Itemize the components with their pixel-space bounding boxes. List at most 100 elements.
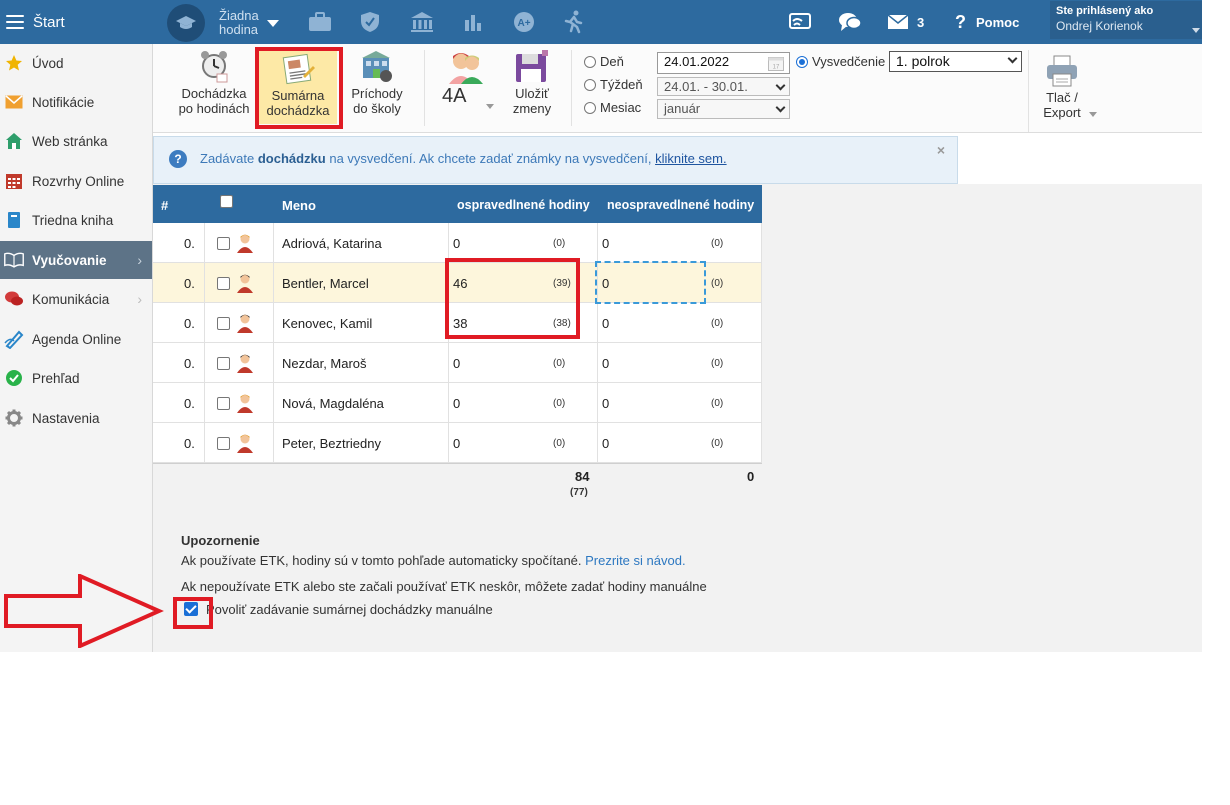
alarm-clock-icon bbox=[199, 48, 229, 84]
table-row[interactable]: 0. Nezdar, Maroš 0 (0) 0 (0) bbox=[153, 343, 762, 383]
excused-hours-input[interactable]: 0 bbox=[453, 423, 460, 463]
excused-hours-auto: (0) bbox=[553, 437, 566, 449]
cast-icon[interactable] bbox=[787, 9, 813, 35]
warning-line-2: Ak nepoužívate ETK alebo ste začali použ… bbox=[181, 579, 707, 594]
radio-day[interactable]: Deň bbox=[584, 54, 624, 69]
messages-button[interactable]: 3 bbox=[887, 0, 924, 44]
sidebar-item-rozvrhy-online[interactable]: Rozvrhy Online bbox=[0, 162, 152, 200]
print-export-button[interactable]: Tlač / Export bbox=[1036, 54, 1097, 120]
radio-week-control[interactable] bbox=[584, 78, 596, 91]
manual-entry-label[interactable]: Povoliť zadávanie sumárnej dochádzky man… bbox=[206, 602, 493, 617]
chat-bubbles-icon bbox=[4, 289, 24, 309]
sidebar-item-label: Agenda Online bbox=[32, 331, 122, 347]
attendance-by-lesson-label-2: po hodinách bbox=[178, 101, 250, 116]
table-row[interactable]: 0. Peter, Beztriedny 0 (0) 0 (0) bbox=[153, 423, 762, 463]
term-select[interactable]: 1. polrok bbox=[889, 51, 1022, 72]
sidebar-item-agenda-online[interactable]: Agenda Online bbox=[0, 320, 152, 358]
row-checkbox[interactable] bbox=[217, 236, 230, 250]
date-input[interactable]: 24.01.2022 17 bbox=[657, 52, 790, 74]
row-number: 0. bbox=[184, 395, 195, 411]
excused-hours-input[interactable]: 0 bbox=[453, 383, 460, 423]
sidebar-item-vyucovanie[interactable]: Vyučovanie › bbox=[0, 241, 152, 279]
week-select[interactable]: 24.01. - 30.01. bbox=[657, 77, 790, 96]
unexcused-hours-input[interactable]: 0 bbox=[602, 423, 609, 463]
week-value: 24.01. - 30.01. bbox=[664, 79, 748, 94]
hamburger-icon[interactable] bbox=[6, 15, 24, 29]
gear-icon bbox=[4, 408, 24, 428]
school-arrivals-button[interactable]: Príchody do školy bbox=[344, 48, 410, 116]
print-label-1: Tlač / bbox=[1046, 90, 1078, 105]
row-checkbox[interactable] bbox=[217, 436, 230, 450]
user-name: Ondrej Korienok bbox=[1056, 19, 1143, 33]
chevron-down-icon bbox=[775, 80, 786, 91]
student-avatar-icon bbox=[236, 343, 254, 383]
toolbar-divider bbox=[1028, 50, 1029, 132]
chat-icon[interactable] bbox=[837, 9, 863, 35]
guide-link[interactable]: Prezrite si návod. bbox=[585, 553, 685, 568]
row-number: 0. bbox=[184, 315, 195, 331]
sidebar-item-label: Notifikácie bbox=[32, 94, 95, 110]
chevron-down-icon bbox=[775, 102, 786, 113]
sidebar-item-nastavenia[interactable]: Nastavenia bbox=[0, 399, 152, 437]
calendar-picker-icon[interactable]: 17 bbox=[768, 56, 784, 74]
help-button[interactable]: ? Pomoc bbox=[955, 0, 1019, 44]
sidebar-item-notifikacie[interactable]: Notifikácie bbox=[0, 83, 152, 121]
chart-icon[interactable] bbox=[460, 9, 486, 35]
students-icon bbox=[447, 48, 485, 86]
row-checkbox[interactable] bbox=[217, 356, 230, 370]
column-header-name[interactable]: Meno bbox=[282, 198, 316, 213]
table-row[interactable]: 0. Nová, Magdaléna 0 (0) 0 (0) bbox=[153, 383, 762, 423]
radio-day-control[interactable] bbox=[584, 55, 596, 68]
student-name: Adriová, Katarina bbox=[282, 235, 382, 251]
user-menu[interactable]: Ste prihlásený ako Ondrej Korienok bbox=[1050, 1, 1202, 39]
sidebar-item-prehlad[interactable]: Prehľad bbox=[0, 359, 152, 397]
radio-month-control[interactable] bbox=[584, 101, 596, 114]
school-arrivals-label-2: do školy bbox=[353, 101, 401, 116]
annotation-highlight-excused-values bbox=[445, 258, 580, 339]
school-arrivals-label-1: Príchody bbox=[351, 86, 403, 101]
student-avatar-icon bbox=[236, 303, 254, 343]
attendance-by-lesson-button[interactable]: Dochádzka po hodinách bbox=[175, 48, 253, 116]
radio-report-card-control[interactable] bbox=[796, 55, 808, 68]
switch-to-grades-link[interactable]: kliknite sem. bbox=[655, 151, 727, 166]
class-selector[interactable]: 4A bbox=[436, 48, 496, 109]
excused-hours-input[interactable]: 0 bbox=[453, 343, 460, 383]
envelope-icon bbox=[4, 92, 24, 112]
toolbar-divider bbox=[571, 50, 572, 126]
unexcused-hours-input[interactable]: 0 bbox=[602, 343, 609, 383]
lesson-label: Žiadna hodina bbox=[219, 8, 259, 37]
month-select[interactable]: január bbox=[657, 99, 790, 119]
sidebar-item-web-stranka[interactable]: Web stránka bbox=[0, 122, 152, 160]
column-header-excused[interactable]: ospravedlnené hodiny bbox=[457, 198, 590, 212]
unexcused-hours-input[interactable]: 0 bbox=[602, 223, 609, 263]
column-header-unexcused[interactable]: neospravedlnené hodiny bbox=[607, 198, 754, 212]
warning-line-1: Ak používate ETK, hodiny sú v tomto pohľ… bbox=[181, 553, 686, 568]
sidebar-item-triedna-kniha[interactable]: Triedna kniha bbox=[0, 201, 152, 239]
start-menu-button[interactable]: Štart bbox=[0, 0, 152, 44]
chevron-right-icon: › bbox=[137, 252, 142, 268]
close-icon[interactable]: × bbox=[937, 142, 945, 158]
shield-icon[interactable] bbox=[357, 9, 383, 35]
sidebar-item-uvod[interactable]: Úvod bbox=[0, 44, 152, 82]
grade-icon[interactable]: A+ bbox=[511, 9, 537, 35]
row-checkbox[interactable] bbox=[217, 276, 230, 290]
select-all-checkbox[interactable] bbox=[220, 195, 233, 208]
sidebar-item-komunikacia[interactable]: Komunikácia › bbox=[0, 280, 152, 318]
chevron-down-icon bbox=[1089, 112, 1097, 117]
excused-hours-input[interactable]: 0 bbox=[453, 223, 460, 263]
save-changes-button[interactable]: Uložiť zmeny bbox=[503, 48, 561, 116]
running-icon[interactable] bbox=[561, 9, 587, 35]
unexcused-hours-input[interactable]: 0 bbox=[602, 383, 609, 423]
lesson-selector[interactable]: Žiadna hodina bbox=[167, 4, 279, 42]
radio-week[interactable]: Týždeň bbox=[584, 77, 643, 92]
table-row[interactable]: 0. Adriová, Katarina 0 (0) 0 (0) bbox=[153, 223, 762, 263]
unexcused-hours-input[interactable]: 0 bbox=[602, 303, 609, 343]
briefcase-icon[interactable] bbox=[307, 9, 333, 35]
bank-icon[interactable] bbox=[409, 9, 435, 35]
radio-month[interactable]: Mesiac bbox=[584, 100, 641, 115]
sidebar-item-label: Triedna kniha bbox=[32, 212, 114, 228]
radio-report-card[interactable]: Vysvedčenie bbox=[796, 54, 885, 69]
row-checkbox[interactable] bbox=[217, 316, 230, 330]
row-checkbox[interactable] bbox=[217, 396, 230, 410]
student-name: Nová, Magdaléna bbox=[282, 395, 384, 411]
